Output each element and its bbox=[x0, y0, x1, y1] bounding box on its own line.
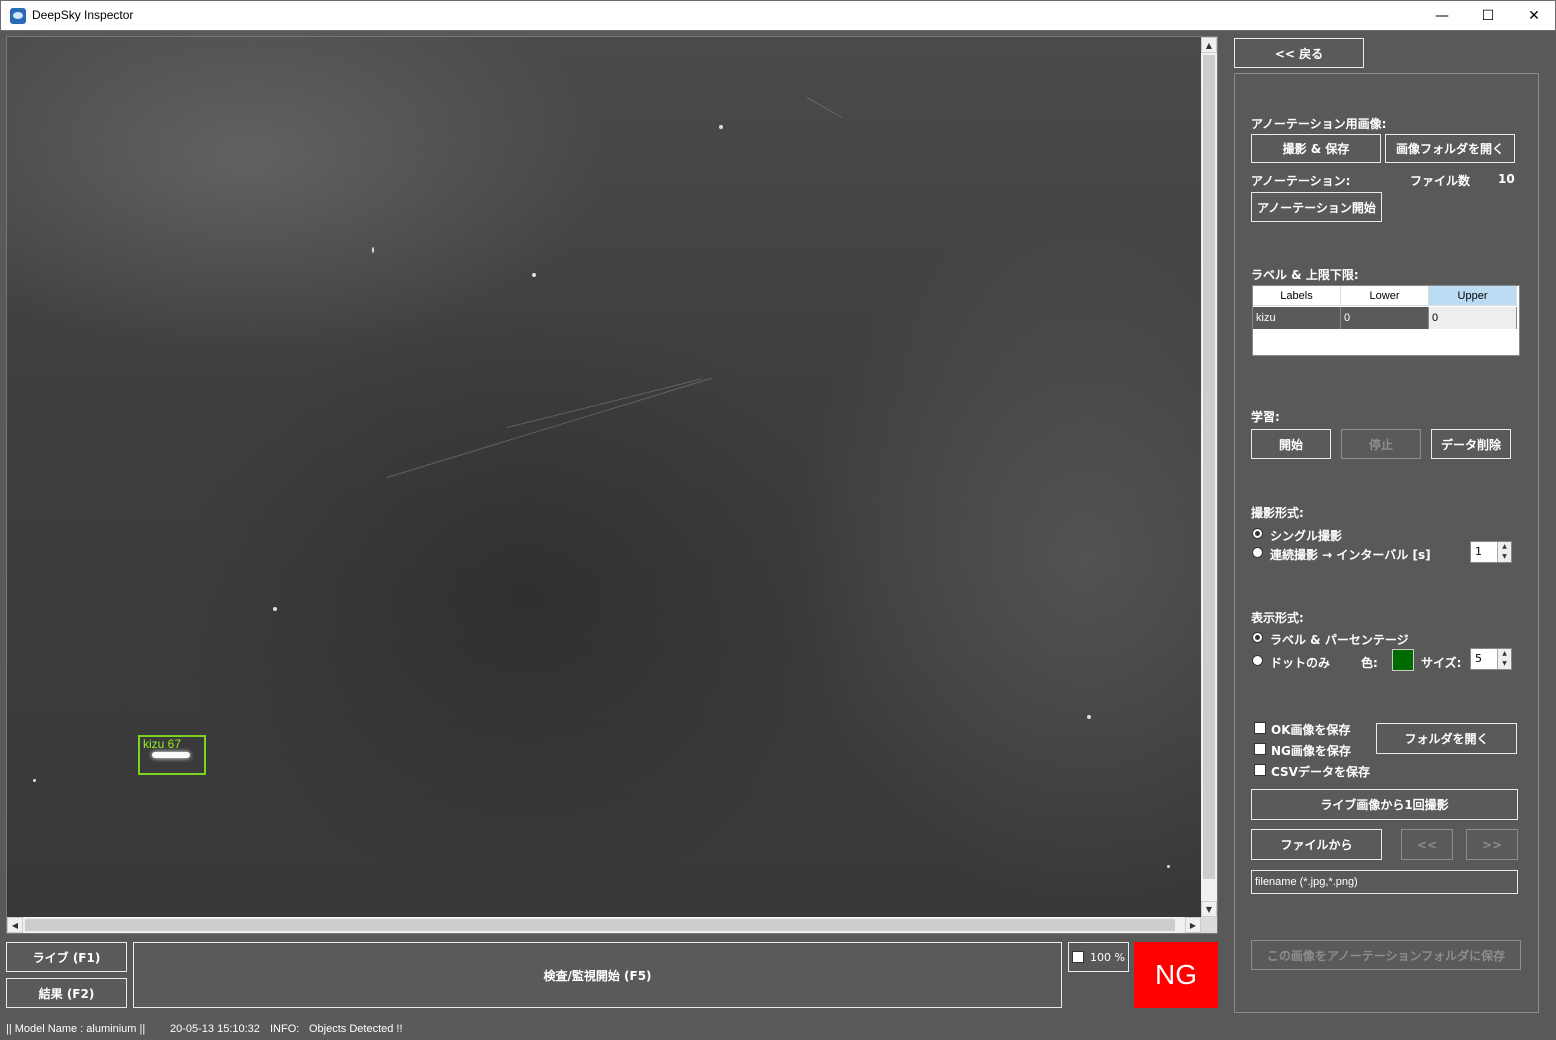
save-ok-checkbox[interactable] bbox=[1254, 722, 1266, 734]
dots-only-label: ドットのみ bbox=[1270, 656, 1331, 670]
label-percentage-label: ラベル & パーセンテージ bbox=[1270, 633, 1409, 647]
close-button[interactable]: ✕ bbox=[1511, 1, 1556, 31]
capture-save-button[interactable]: 撮影 & 保存 bbox=[1251, 134, 1381, 163]
labels-limits-label: ラベル & 上限下限: bbox=[1251, 268, 1359, 282]
scratch-mark bbox=[506, 378, 702, 428]
scroll-left-icon[interactable]: ◀ bbox=[7, 917, 23, 933]
speck bbox=[1087, 715, 1091, 719]
save-ok-label: OK画像を保存 bbox=[1271, 723, 1351, 737]
size-label: サイズ: bbox=[1421, 656, 1462, 670]
grid-header-upper[interactable]: Upper bbox=[1429, 286, 1517, 306]
file-count-label: ファイル数 bbox=[1410, 174, 1471, 188]
stepper-down-icon[interactable]: ▼ bbox=[1497, 659, 1511, 669]
vertical-scroll-thumb[interactable] bbox=[1203, 55, 1215, 879]
speck bbox=[532, 273, 536, 277]
live-button[interactable]: ライブ (F1) bbox=[6, 942, 127, 972]
continuous-capture-label: 連続撮影 → インターバル [s] bbox=[1270, 548, 1431, 562]
image-viewer[interactable]: kizu 67 ▲ ▼ ◀ ▶ bbox=[6, 36, 1218, 934]
interval-stepper[interactable]: 1 ▲ ▼ bbox=[1470, 541, 1512, 563]
scroll-right-icon[interactable]: ▶ bbox=[1185, 917, 1201, 933]
grid-cell-upper[interactable]: 0 bbox=[1429, 307, 1517, 329]
status-timestamp: 20-05-13 15:10:32 bbox=[170, 1023, 260, 1035]
label-percentage-radio[interactable] bbox=[1252, 632, 1263, 643]
capture-mode-label: 撮影形式: bbox=[1251, 506, 1304, 520]
continuous-capture-radio[interactable] bbox=[1252, 547, 1263, 558]
speck bbox=[719, 125, 723, 129]
scroll-up-icon[interactable]: ▲ bbox=[1201, 37, 1217, 53]
annotation-start-button[interactable]: アノーテーション開始 bbox=[1251, 192, 1382, 222]
grid-cell-lower[interactable]: 0 bbox=[1341, 307, 1429, 329]
labels-grid[interactable]: Labels Lower Upper kizu 0 0 bbox=[1252, 285, 1520, 356]
horizontal-scroll-thumb[interactable] bbox=[25, 919, 1175, 931]
grid-cell-label[interactable]: kizu bbox=[1253, 307, 1341, 329]
open-image-folder-button[interactable]: 画像フォルダを開く bbox=[1385, 134, 1515, 163]
inspect-start-button[interactable]: 検査/監視開始 (F5) bbox=[133, 942, 1062, 1008]
vertical-scrollbar[interactable]: ▲ ▼ bbox=[1201, 37, 1217, 917]
from-file-button[interactable]: ファイルから bbox=[1251, 829, 1382, 860]
interval-value: 1 bbox=[1475, 545, 1482, 558]
train-start-button[interactable]: 開始 bbox=[1251, 429, 1331, 459]
stepper-up-icon[interactable]: ▲ bbox=[1497, 649, 1511, 659]
next-image-button[interactable]: >> bbox=[1466, 829, 1518, 860]
dots-only-radio[interactable] bbox=[1252, 655, 1263, 666]
color-label: 色: bbox=[1361, 656, 1378, 670]
size-value: 5 bbox=[1475, 652, 1482, 665]
save-csv-checkbox[interactable] bbox=[1254, 764, 1266, 776]
maximize-button[interactable]: ☐ bbox=[1465, 1, 1511, 31]
filename-field[interactable]: filename (*.jpg,*.png) bbox=[1251, 870, 1518, 894]
detection-label: kizu 67 bbox=[143, 737, 182, 751]
zoom-checkbox[interactable] bbox=[1072, 951, 1084, 963]
prev-image-button[interactable]: << bbox=[1401, 829, 1453, 860]
stepper-up-icon[interactable]: ▲ bbox=[1497, 542, 1511, 552]
verdict-indicator: NG bbox=[1134, 942, 1218, 1008]
annotation-images-label: アノーテーション用画像: bbox=[1251, 117, 1387, 131]
train-stop-button[interactable]: 停止 bbox=[1341, 429, 1421, 459]
status-info-message: Objects Detected !! bbox=[309, 1023, 403, 1035]
open-folder-button[interactable]: フォルダを開く bbox=[1376, 723, 1517, 754]
status-bar: || Model Name : aluminium || 20-05-13 15… bbox=[0, 1020, 1556, 1040]
color-swatch[interactable] bbox=[1392, 649, 1414, 671]
capture-from-live-button[interactable]: ライブ画像から1回撮影 bbox=[1251, 789, 1518, 820]
speck bbox=[1167, 865, 1170, 868]
status-info-label: INFO: bbox=[270, 1023, 300, 1035]
annotation-label: アノーテーション: bbox=[1251, 174, 1351, 188]
grid-header-labels[interactable]: Labels bbox=[1253, 286, 1341, 306]
single-capture-radio[interactable] bbox=[1252, 528, 1263, 539]
horizontal-scrollbar[interactable]: ◀ ▶ bbox=[7, 917, 1201, 933]
save-csv-label: CSVデータを保存 bbox=[1271, 765, 1370, 779]
app-window: DeepSky Inspector — ☐ ✕ kizu 67 ▲ ▼ ◀ ▶ … bbox=[0, 0, 1556, 1040]
stepper-down-icon[interactable]: ▼ bbox=[1497, 552, 1511, 562]
display-mode-label: 表示形式: bbox=[1251, 611, 1304, 625]
minimize-button[interactable]: — bbox=[1419, 1, 1465, 31]
back-button[interactable]: << 戻る bbox=[1234, 38, 1364, 68]
scratch-mark bbox=[806, 97, 842, 118]
title-bar: DeepSky Inspector — ☐ ✕ bbox=[0, 0, 1556, 31]
single-capture-label: シングル撮影 bbox=[1270, 529, 1343, 543]
status-model: || Model Name : aluminium || bbox=[6, 1023, 146, 1035]
speck bbox=[372, 247, 374, 253]
save-to-annotation-button[interactable]: この画像をアノーテーションフォルダに保存 bbox=[1251, 940, 1521, 970]
speck bbox=[273, 607, 277, 611]
zoom-label: 100 % bbox=[1090, 951, 1125, 964]
save-ng-checkbox[interactable] bbox=[1254, 743, 1266, 755]
scratch-mark bbox=[386, 377, 713, 478]
size-stepper[interactable]: 5 ▲ ▼ bbox=[1470, 648, 1512, 670]
result-button[interactable]: 結果 (F2) bbox=[6, 978, 127, 1008]
file-count-value: 10 bbox=[1498, 172, 1515, 186]
zoom-toggle[interactable]: 100 % bbox=[1068, 942, 1129, 972]
data-delete-button[interactable]: データ削除 bbox=[1431, 429, 1511, 459]
app-logo-icon bbox=[10, 8, 26, 24]
grid-header-lower[interactable]: Lower bbox=[1341, 286, 1429, 306]
inspection-image: kizu 67 bbox=[7, 37, 1201, 917]
training-label: 学習: bbox=[1251, 410, 1280, 424]
save-ng-label: NG画像を保存 bbox=[1271, 744, 1351, 758]
scroll-down-icon[interactable]: ▼ bbox=[1201, 901, 1217, 917]
window-title: DeepSky Inspector bbox=[32, 8, 134, 22]
resize-grip bbox=[1201, 917, 1217, 933]
speck bbox=[33, 779, 36, 782]
